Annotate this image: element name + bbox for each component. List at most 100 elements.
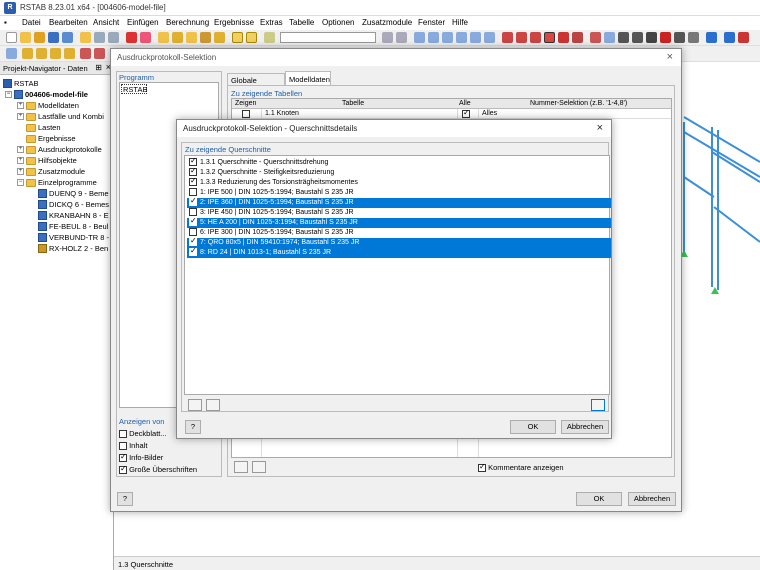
grosse-ueberschriften-checkbox[interactable]	[119, 464, 127, 475]
tree-root[interactable]: RSTAB	[3, 78, 38, 89]
printout-icon[interactable]	[80, 32, 91, 43]
list-item-checkbox[interactable]	[189, 236, 197, 247]
subdialog-close-icon[interactable]: ×	[597, 122, 603, 134]
collapse-icon[interactable]: −	[5, 91, 12, 98]
help-button[interactable]: ?	[117, 492, 133, 506]
option-grosse-ueberschriften[interactable]: Große Überschriften	[119, 464, 197, 475]
monitor-icon[interactable]	[724, 32, 735, 43]
menu-zusatzmodule[interactable]: Zusatzmodule	[362, 18, 412, 27]
list-item-checkbox[interactable]	[189, 246, 197, 257]
cancel-button[interactable]: Abbrechen	[628, 492, 676, 506]
list-item[interactable]: 5: HE A 200 | DIN 1025-3:1994; Baustahl …	[187, 216, 611, 228]
show-loads-icon[interactable]	[502, 32, 513, 43]
menu-optionen[interactable]: Optionen	[322, 18, 354, 27]
render-icon[interactable]	[264, 32, 275, 43]
rotate-icon[interactable]	[442, 32, 453, 43]
load-tool-icon[interactable]	[64, 48, 75, 59]
display-icon[interactable]	[706, 32, 717, 43]
table-icon[interactable]	[232, 32, 243, 43]
table-row[interactable]: 1.1 Knoten Alles	[232, 108, 671, 119]
tree-item-zusatzmodule[interactable]: + Zusatzmodule	[17, 166, 85, 177]
menu-berechnung[interactable]: Berechnung	[166, 18, 209, 27]
support-tool-icon[interactable]	[94, 48, 105, 59]
tree-item-ausdruckprotokolle[interactable]: + Ausdruckprotokolle	[17, 144, 102, 155]
collapse-icon[interactable]: −	[17, 179, 24, 186]
list-item[interactable]: 1.3.2 Querschnitte - Steifigkeitsreduzie…	[187, 166, 611, 178]
show-values-icon[interactable]	[530, 32, 541, 43]
export-icon[interactable]	[738, 32, 749, 43]
grid-icon[interactable]	[604, 32, 615, 43]
option-inhalt[interactable]: Inhalt	[119, 441, 147, 451]
tab-modelldaten[interactable]: Modelldaten	[285, 71, 331, 86]
list-item[interactable]: 8: RD 24 | DIN 1013-1; Baustahl S 235 JR	[187, 246, 611, 258]
expand-icon[interactable]: +	[17, 168, 24, 175]
next-icon[interactable]	[396, 32, 407, 43]
open-model-icon[interactable]	[34, 32, 45, 43]
select-all-icon[interactable]	[188, 399, 202, 411]
tree-item-einzelprogramme[interactable]: − Einzelprogramme	[17, 177, 97, 188]
support-icon[interactable]	[214, 32, 225, 43]
tree-item-lastfaelle[interactable]: + Lastfälle und Kombi	[17, 111, 104, 122]
menu-icon[interactable]: ▪	[4, 18, 7, 27]
option-kommentare[interactable]: Kommentare anzeigen	[478, 462, 564, 473]
delete-icon[interactable]	[660, 32, 671, 43]
results-icon[interactable]	[140, 32, 151, 43]
list-item[interactable]: 3: IPE 450 | DIN 1025-5:1994; Baustahl S…	[187, 208, 611, 218]
save-icon[interactable]	[48, 32, 59, 43]
navigator-icon[interactable]	[246, 32, 257, 43]
tree-item-ergebnisse[interactable]: Ergebnisse	[26, 133, 76, 144]
surface-icon[interactable]	[572, 32, 583, 43]
tree-program-rx-holz[interactable]: RX-HOLZ 2 - Ben	[38, 243, 108, 254]
list-item-checkbox[interactable]	[189, 216, 197, 227]
list-item[interactable]: 6: IPE 300 | DIN 1025-5:1994; Baustahl S…	[187, 228, 611, 238]
calculate-icon[interactable]	[126, 32, 137, 43]
filter-select-icon[interactable]	[591, 399, 605, 411]
redo-icon[interactable]	[108, 32, 119, 43]
menu-extras[interactable]: Extras	[260, 18, 283, 27]
tree-program-fe-beul[interactable]: FE-BEUL 8 - Beul	[38, 221, 108, 232]
option-deckblatt[interactable]: Deckblatt...	[119, 429, 167, 439]
tree-item-modelldaten[interactable]: + Modelldaten	[17, 100, 79, 111]
kommentare-checkbox[interactable]	[478, 462, 486, 473]
node-tool-icon[interactable]	[22, 48, 33, 59]
expand-icon[interactable]: +	[17, 157, 24, 164]
list-item-checkbox[interactable]	[189, 228, 197, 237]
menu-fenster[interactable]: Fenster	[418, 18, 445, 27]
solid-icon[interactable]	[632, 32, 643, 43]
filter-icon[interactable]	[590, 32, 601, 43]
deselect-all-icon[interactable]	[206, 399, 220, 411]
node-icon[interactable]	[558, 32, 569, 43]
list-item-checkbox[interactable]	[189, 188, 197, 197]
subdialog-ok-button[interactable]: OK	[510, 420, 556, 434]
list-item-checkbox[interactable]	[189, 208, 197, 217]
list-item-checkbox[interactable]	[189, 176, 197, 187]
prev-icon[interactable]	[382, 32, 393, 43]
section-icon[interactable]	[186, 32, 197, 43]
menu-hilfe[interactable]: Hilfe	[452, 18, 468, 27]
line-tool-icon[interactable]	[36, 48, 47, 59]
menu-ansicht[interactable]: Ansicht	[93, 18, 119, 27]
zeigen-checkbox[interactable]	[242, 110, 250, 118]
menu-einfuegen[interactable]: Einfügen	[127, 18, 159, 27]
show-results-icon[interactable]	[516, 32, 527, 43]
check-all-icon[interactable]	[234, 461, 248, 473]
list-item[interactable]: 1.3.1 Querschnitte - Querschnittsdrehung	[187, 156, 611, 168]
view-y-icon[interactable]	[470, 32, 481, 43]
deckblatt-checkbox[interactable]	[119, 430, 127, 439]
tree-program-dickq[interactable]: DICKQ 6 - Bemes	[38, 199, 109, 210]
tree-program-kranbahn[interactable]: KRANBAHN 8 - E	[38, 210, 109, 221]
tree-model[interactable]: − 004606-model-file	[5, 89, 88, 100]
measure-icon[interactable]	[674, 32, 685, 43]
alle-checkbox[interactable]	[462, 108, 470, 118]
view-x-icon[interactable]	[456, 32, 467, 43]
option-info-bilder[interactable]: Info-Bilder	[119, 452, 163, 463]
program-item-rstab[interactable]: RSTAB	[121, 84, 147, 94]
member-icon[interactable]	[544, 32, 555, 43]
list-item[interactable]: 1: IPE 500 | DIN 1025-5:1994; Baustahl S…	[187, 188, 611, 198]
cursor-icon[interactable]	[6, 48, 17, 59]
undo-icon[interactable]	[94, 32, 105, 43]
menu-datei[interactable]: Datei	[22, 18, 41, 27]
info-bilder-checkbox[interactable]	[119, 452, 127, 463]
loadcase-select[interactable]	[280, 32, 376, 43]
tree-program-duenq[interactable]: DUENQ 9 - Beme	[38, 188, 109, 199]
